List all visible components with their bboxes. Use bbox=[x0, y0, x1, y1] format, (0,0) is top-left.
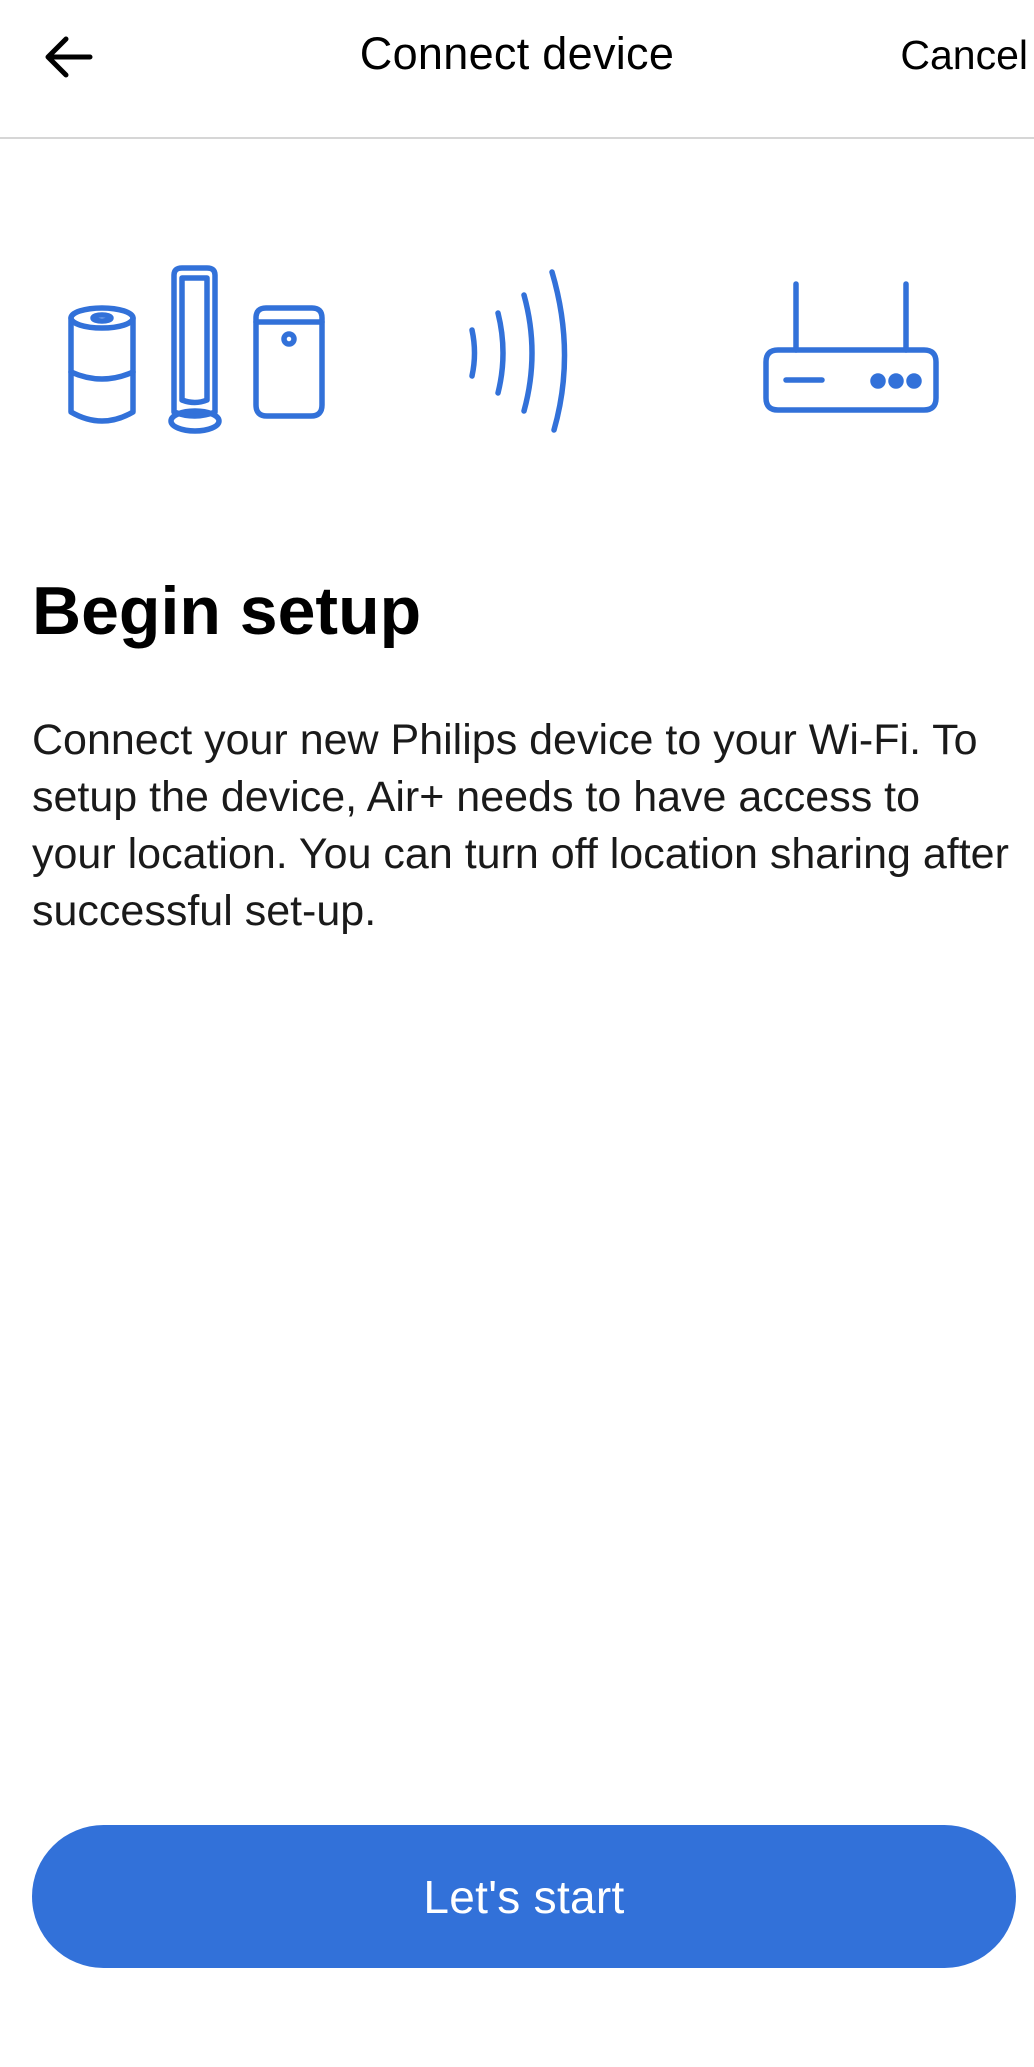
page-title: Begin setup bbox=[32, 573, 422, 649]
cancel-button[interactable]: Cancel bbox=[900, 32, 1028, 79]
setup-illustration bbox=[68, 265, 939, 434]
wireless-signal-icon bbox=[469, 269, 568, 433]
app-header: Connect device Cancel bbox=[0, 0, 1034, 139]
wifi-router-icon bbox=[763, 281, 939, 413]
lets-start-button[interactable]: Let's start bbox=[32, 1825, 1016, 1968]
air-purifier-devices-icon bbox=[68, 265, 325, 434]
page-header-title: Connect device bbox=[359, 28, 675, 79]
setup-description: Connect your new Philips device to your … bbox=[32, 716, 1009, 935]
